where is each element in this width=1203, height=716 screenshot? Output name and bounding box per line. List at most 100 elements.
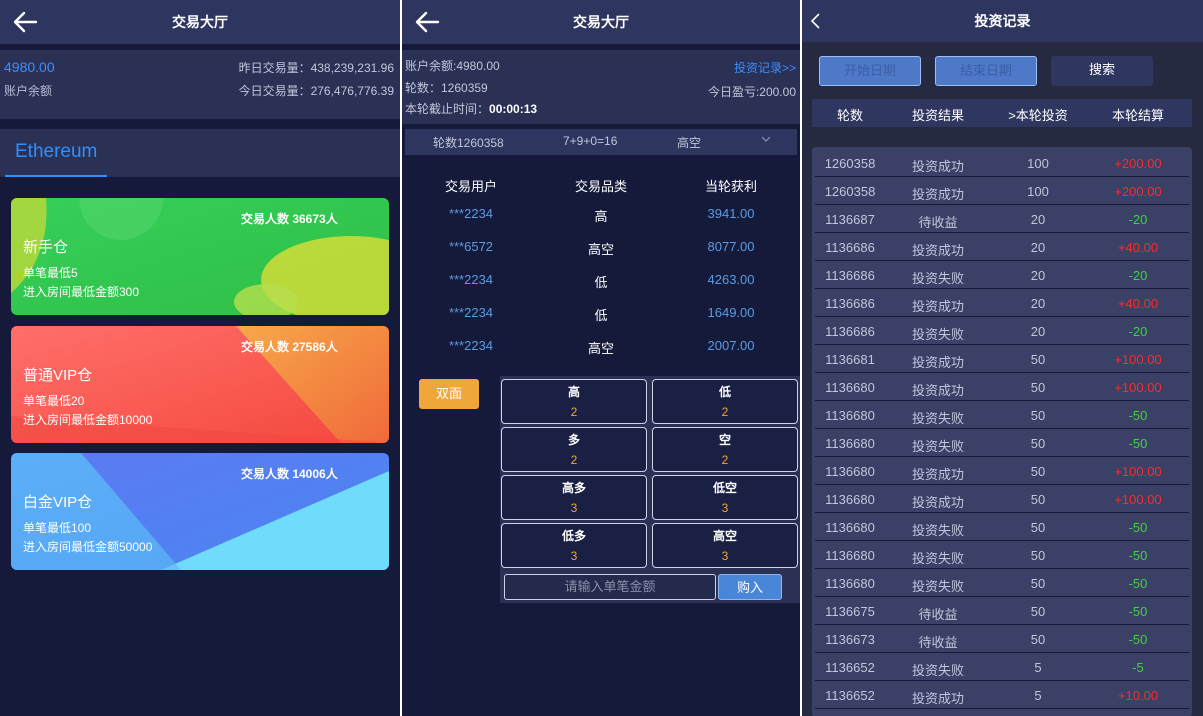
row-result: 投资失败 bbox=[911, 411, 964, 426]
row-amount: 5 bbox=[1034, 660, 1042, 675]
row-settlement: +100.00 bbox=[1114, 380, 1162, 395]
records-row: 1136687 待收益 20 -20 bbox=[812, 205, 1192, 233]
option-label: 空 bbox=[718, 433, 731, 447]
row-amount: 20 bbox=[1030, 212, 1046, 227]
room-card-novice[interactable]: 交易人数 36673人 新手仓 单笔最低5 进入房间最低金额300 bbox=[11, 198, 389, 315]
bet-option-short[interactable]: 空 2 bbox=[652, 427, 798, 472]
records-link[interactable]: 投资记录>> bbox=[734, 59, 796, 76]
records-row: 1136675 待收益 50 -50 bbox=[812, 597, 1192, 625]
records-list[interactable]: 1260358 投资成功 100 +200.00 1260358 投资成功 100 +200.… bbox=[812, 147, 1192, 716]
deadline-label: 本轮截止时间：00:00:13 bbox=[405, 100, 537, 117]
row-amount: 20 bbox=[1030, 240, 1046, 255]
row-settlement: +40.00 bbox=[1117, 240, 1159, 255]
row-result: 投资失败 bbox=[911, 439, 964, 454]
row-settlement: +100.00 bbox=[1114, 352, 1162, 367]
row-round: 1136680 bbox=[825, 380, 875, 395]
row-result: 投资成功 bbox=[911, 299, 964, 314]
row-result: 投资成功 bbox=[911, 467, 964, 482]
row-user: ***2234 bbox=[448, 272, 494, 287]
room-name: 新手仓 bbox=[23, 239, 69, 256]
amount-input[interactable]: 请输入单笔金额 bbox=[504, 574, 716, 600]
bet-option-high[interactable]: 高 2 bbox=[501, 379, 647, 424]
records-row: 1136680 投资失败 50 -50 bbox=[812, 401, 1192, 429]
row-settlement: -50 bbox=[1128, 520, 1148, 535]
row-settlement: +200.00 bbox=[1114, 184, 1162, 199]
records-row: 1136686 投资失败 20 -20 bbox=[812, 317, 1192, 345]
bet-option-low-short[interactable]: 低空 3 bbox=[652, 475, 798, 520]
row-round: 1260358 bbox=[824, 184, 876, 199]
row-amount: 5 bbox=[1034, 688, 1042, 703]
row-amount: 20 bbox=[1030, 268, 1046, 283]
header-amount: >本轮投资 bbox=[1008, 108, 1068, 123]
trade-topbar: 交易大厅 bbox=[402, 0, 800, 44]
row-profit: 4263.00 bbox=[707, 272, 755, 287]
bet-option-high-short[interactable]: 高空 3 bbox=[652, 523, 798, 568]
buy-button[interactable]: 购入 bbox=[718, 574, 782, 600]
row-user: ***2234 bbox=[448, 206, 494, 221]
search-button[interactable]: 搜索 bbox=[1051, 56, 1153, 86]
tab-ethereum[interactable]: Ethereum bbox=[5, 129, 107, 177]
trade-table-row: ***6572 高空 8077.00 bbox=[402, 239, 800, 259]
page-title: 交易大厅 bbox=[172, 14, 228, 30]
row-round: 1136652 bbox=[825, 660, 875, 675]
room-name: 普通VIP仓 bbox=[23, 367, 93, 384]
row-round: 1260358 bbox=[824, 156, 876, 171]
header-profit: 当轮获利 bbox=[704, 179, 757, 194]
records-topbar: 投资记录 bbox=[802, 0, 1203, 42]
option-label: 高 bbox=[567, 385, 580, 399]
row-settlement: -50 bbox=[1128, 604, 1148, 619]
records-row: 1136680 投资失败 50 -50 bbox=[812, 569, 1192, 597]
row-profit: 8077.00 bbox=[707, 239, 755, 254]
row-amount: 50 bbox=[1030, 520, 1046, 535]
records-row: 1136681 投资成功 50 +100.00 bbox=[812, 345, 1192, 373]
bet-option-long[interactable]: 多 2 bbox=[501, 427, 647, 472]
deadline-label-text: 本轮截止时间： bbox=[405, 102, 490, 116]
trade-table-row: ***2234 高 3941.00 bbox=[402, 206, 800, 226]
row-round: 1136680 bbox=[825, 408, 875, 423]
bet-option-low[interactable]: 低 2 bbox=[652, 379, 798, 424]
start-date-button[interactable]: 开始日期 bbox=[819, 56, 921, 86]
row-settlement: -20 bbox=[1128, 268, 1148, 283]
row-settlement: +100.00 bbox=[1114, 464, 1162, 479]
row-result: 投资失败 bbox=[911, 551, 964, 566]
records-row: 1136680 投资成功 50 +100.00 bbox=[812, 485, 1192, 513]
trade-table-header: 交易用户 交易品类 当轮获利 bbox=[402, 176, 800, 196]
row-amount: 50 bbox=[1030, 436, 1046, 451]
row-round: 1136652 bbox=[825, 688, 875, 703]
room-card-vip[interactable]: 交易人数 27586人 普通VIP仓 单笔最低20 进入房间最低金额10000 bbox=[11, 326, 389, 443]
row-round: 1136680 bbox=[825, 520, 875, 535]
records-table-header: 轮数 投资结果 >本轮投资 本轮结算 bbox=[812, 99, 1192, 127]
row-settlement: +40.00 bbox=[1117, 296, 1159, 311]
today-profit: 今日盈亏:200.00 bbox=[707, 85, 796, 99]
row-type: 低 bbox=[594, 275, 608, 290]
double-side-button[interactable]: 双面 bbox=[419, 379, 479, 409]
coin-tabs: Ethereum bbox=[0, 129, 400, 177]
bet-option-low-long[interactable]: 低多 3 bbox=[501, 523, 647, 568]
option-label: 低多 bbox=[561, 529, 586, 543]
row-result: 投资成功 bbox=[911, 187, 964, 202]
option-label: 高多 bbox=[561, 481, 586, 495]
row-amount: 50 bbox=[1030, 492, 1046, 507]
records-panel: 投资记录 开始日期 结束日期 搜索 轮数 投资结果 >本轮投资 本轮结算 126… bbox=[802, 0, 1203, 716]
room-player-count: 交易人数 14006人 bbox=[241, 467, 338, 481]
last-round-bar[interactable]: 轮数1260358 7+9+0=16 高空 bbox=[405, 129, 797, 155]
deadline-countdown: 00:00:13 bbox=[489, 102, 538, 116]
trade-table-row: ***2234 低 4263.00 bbox=[402, 272, 800, 292]
records-row: 1136673 待收益 50 -50 bbox=[812, 625, 1192, 653]
row-amount: 50 bbox=[1030, 576, 1046, 591]
row-settlement: -50 bbox=[1128, 576, 1148, 591]
row-settlement: -5 bbox=[1132, 660, 1144, 675]
header-settlement: 本轮结算 bbox=[1111, 108, 1164, 123]
option-odds: 2 bbox=[570, 405, 578, 419]
row-result: 待收益 bbox=[918, 607, 958, 622]
row-result: 投资成功 bbox=[911, 355, 964, 370]
bet-option-high-long[interactable]: 高多 3 bbox=[501, 475, 647, 520]
room-card-platinum[interactable]: 交易人数 14006人 白金VIP仓 单笔最低100 进入房间最低金额50000 bbox=[11, 453, 389, 570]
chevron-down-icon[interactable] bbox=[761, 135, 771, 143]
row-amount: 50 bbox=[1030, 548, 1046, 563]
row-result: 待收益 bbox=[918, 215, 958, 230]
hall-topbar: 交易大厅 bbox=[0, 0, 400, 44]
end-date-button[interactable]: 结束日期 bbox=[935, 56, 1037, 86]
records-row: 1260358 投资成功 100 +200.00 bbox=[812, 177, 1192, 205]
option-odds: 3 bbox=[570, 501, 578, 515]
